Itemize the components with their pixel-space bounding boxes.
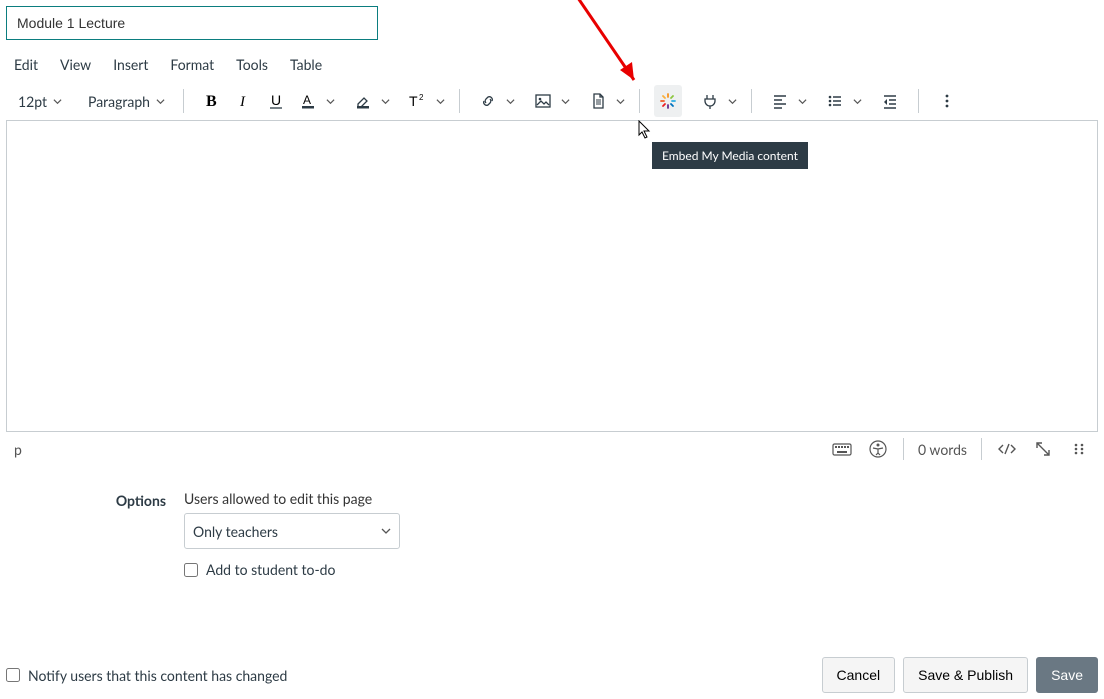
page-title-input[interactable]	[6, 6, 378, 40]
more-button[interactable]	[933, 85, 961, 117]
chevron-down-icon[interactable]	[381, 97, 390, 106]
notify-users-checkbox[interactable]: Notify users that this content has chang…	[6, 667, 287, 684]
editor-content-area[interactable]	[6, 120, 1098, 432]
link-icon	[479, 92, 497, 110]
element-path[interactable]: p	[14, 441, 22, 458]
menu-edit[interactable]: Edit	[14, 56, 38, 73]
menu-insert[interactable]: Insert	[113, 56, 148, 73]
chevron-down-icon[interactable]	[853, 97, 862, 106]
edit-permissions-select[interactable]: Only teachers	[184, 513, 400, 549]
superscript-button[interactable]: T2	[404, 85, 432, 117]
image-button[interactable]	[529, 85, 557, 117]
font-size-label: 12pt	[18, 93, 47, 110]
embed-my-media-button[interactable]	[654, 85, 682, 117]
plug-icon	[701, 92, 719, 110]
menu-format[interactable]: Format	[170, 56, 214, 73]
keyboard-shortcuts-button[interactable]	[831, 438, 853, 460]
image-icon	[534, 92, 552, 110]
kebab-icon	[939, 93, 955, 109]
chevron-down-icon	[156, 97, 165, 106]
align-button[interactable]	[766, 85, 794, 117]
text-color-button[interactable]: A	[294, 85, 322, 117]
chevron-down-icon[interactable]	[506, 97, 515, 106]
fullscreen-button[interactable]	[1032, 438, 1054, 460]
chevron-down-icon[interactable]	[326, 97, 335, 106]
resize-handle[interactable]	[1068, 438, 1090, 460]
toolbar: 12pt Paragraph B I U A T2	[6, 81, 1098, 121]
edit-permissions-value: Only teachers	[193, 523, 278, 540]
separator	[918, 89, 919, 113]
accessibility-icon	[869, 440, 887, 458]
chevron-down-icon[interactable]	[616, 97, 625, 106]
options-description: Users allowed to edit this page	[184, 490, 400, 507]
apps-plugin-button[interactable]	[696, 85, 724, 117]
svg-text:B: B	[206, 93, 217, 109]
cancel-button[interactable]: Cancel	[822, 657, 896, 693]
bold-icon: B	[204, 93, 220, 109]
code-icon	[996, 441, 1018, 457]
save-publish-button[interactable]: Save & Publish	[903, 657, 1028, 693]
options-section: Options Users allowed to edit this page …	[6, 490, 1098, 578]
svg-text:U: U	[271, 92, 281, 108]
chevron-down-icon[interactable]	[561, 97, 570, 106]
separator	[459, 89, 460, 113]
list-button[interactable]	[821, 85, 849, 117]
notify-users-label: Notify users that this content has chang…	[28, 667, 287, 684]
footer: Notify users that this content has chang…	[6, 651, 1098, 699]
keyboard-icon	[832, 441, 852, 457]
tooltip: Embed My Media content	[652, 142, 808, 169]
italic-button[interactable]: I	[230, 85, 258, 117]
menu-table[interactable]: Table	[290, 56, 322, 73]
italic-icon: I	[236, 93, 252, 109]
save-button[interactable]: Save	[1036, 657, 1098, 693]
grip-icon	[1072, 442, 1086, 456]
link-button[interactable]	[474, 85, 502, 117]
underline-button[interactable]: U	[262, 85, 290, 117]
chevron-down-icon[interactable]	[436, 97, 445, 106]
kaltura-sunburst-icon	[659, 92, 677, 110]
underline-icon: U	[267, 92, 285, 110]
chevron-down-icon	[381, 526, 391, 536]
block-type-select[interactable]: Paragraph	[84, 85, 169, 117]
highlight-icon	[354, 92, 372, 110]
svg-text:T: T	[409, 93, 418, 109]
separator	[751, 89, 752, 113]
document-button[interactable]	[584, 85, 612, 117]
outdent-icon	[881, 92, 899, 110]
statusbar: p 0 words	[6, 432, 1098, 466]
block-type-label: Paragraph	[88, 93, 150, 110]
chevron-down-icon[interactable]	[728, 97, 737, 106]
add-todo-input[interactable]	[184, 563, 198, 577]
separator	[981, 438, 982, 460]
menu-view[interactable]: View	[60, 56, 91, 73]
fullscreen-icon	[1034, 440, 1052, 458]
font-size-select[interactable]: 12pt	[14, 85, 66, 117]
chevron-down-icon	[53, 97, 62, 106]
accessibility-checker-button[interactable]	[867, 438, 889, 460]
svg-text:2: 2	[419, 93, 424, 102]
bullet-list-icon	[826, 92, 844, 110]
options-heading: Options	[6, 490, 166, 509]
html-editor-button[interactable]	[996, 438, 1018, 460]
add-todo-label: Add to student to-do	[206, 561, 335, 578]
separator	[903, 438, 904, 460]
notify-users-input[interactable]	[6, 668, 20, 682]
text-color-icon: A	[299, 92, 317, 110]
document-icon	[589, 92, 607, 110]
superscript-icon: T2	[408, 92, 428, 110]
align-left-icon	[771, 92, 789, 110]
svg-text:I: I	[239, 94, 246, 109]
menu-tools[interactable]: Tools	[236, 56, 268, 73]
outdent-button[interactable]	[876, 85, 904, 117]
menubar: Edit View Insert Format Tools Table	[6, 54, 1098, 75]
separator	[183, 89, 184, 113]
chevron-down-icon[interactable]	[798, 97, 807, 106]
separator	[639, 89, 640, 113]
svg-text:A: A	[303, 93, 311, 107]
word-count[interactable]: 0 words	[918, 441, 967, 458]
highlight-button[interactable]	[349, 85, 377, 117]
bold-button[interactable]: B	[198, 85, 226, 117]
add-todo-checkbox[interactable]: Add to student to-do	[184, 561, 400, 578]
